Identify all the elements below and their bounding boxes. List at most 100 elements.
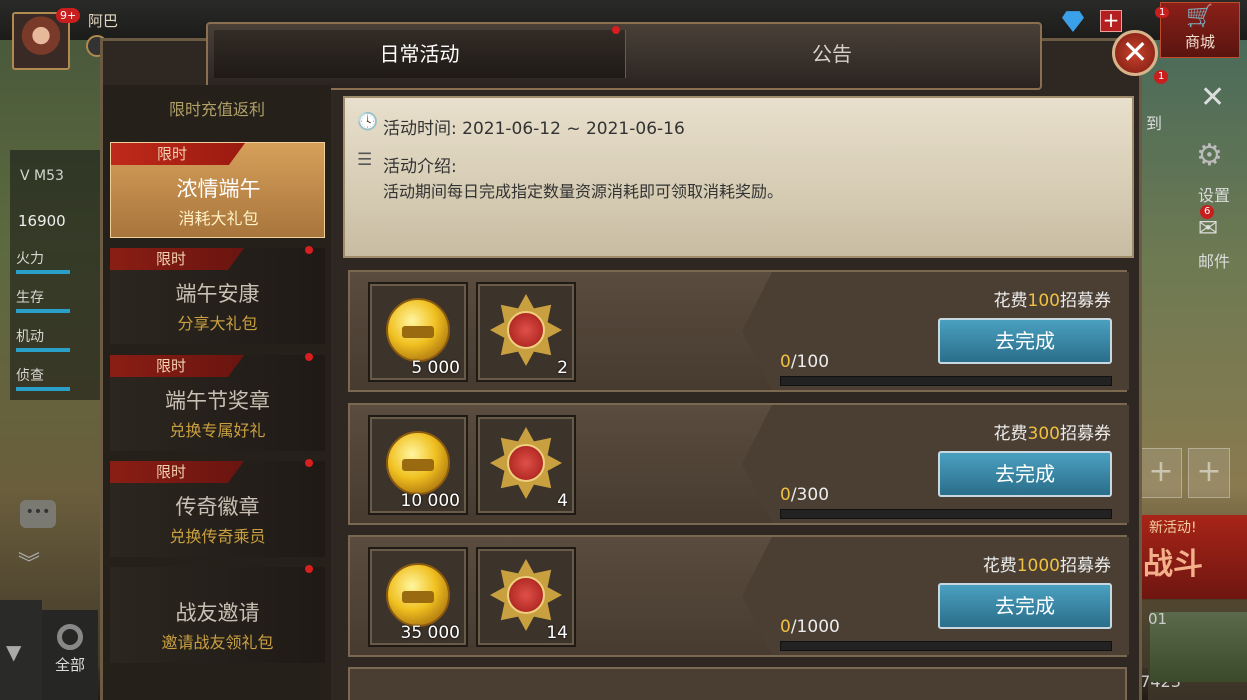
player-name: 阿巴 bbox=[88, 12, 119, 30]
sidebar-item-subtitle: 兑换传奇乘员 bbox=[169, 527, 266, 546]
reward-quantity: 5 000 bbox=[411, 358, 460, 378]
task-cost: 花费1000招募券 bbox=[983, 551, 1111, 576]
go-complete-button[interactable]: 去完成 bbox=[938, 318, 1112, 364]
mail-icon[interactable]: ✉ bbox=[1198, 214, 1218, 242]
sidebar-item-title: 战友邀请 bbox=[175, 601, 260, 625]
chevron-down-icon[interactable]: ︾ bbox=[18, 554, 56, 576]
shop-badge: 1 bbox=[1155, 7, 1170, 18]
stat-recon-bar bbox=[16, 387, 70, 391]
new-activity-label: 新活动! bbox=[1149, 520, 1197, 536]
cost-amount: 300 bbox=[1027, 424, 1060, 444]
cost-prefix: 花费 bbox=[982, 556, 1017, 576]
add-slot-icon[interactable]: + bbox=[1140, 448, 1182, 498]
tank-price: 16900 bbox=[18, 212, 66, 230]
progress-current: 0 bbox=[780, 485, 791, 505]
stat-recon: 侦查 bbox=[16, 368, 44, 384]
medal-center-icon bbox=[507, 311, 545, 349]
limited-tag: 限时 bbox=[110, 355, 244, 377]
sidebar-item-title: 传奇徽章 bbox=[175, 495, 260, 519]
sidebar-item-dragon-boat-consume[interactable]: 限时 浓情端午 消耗大礼包 bbox=[110, 142, 325, 238]
task-row-partial bbox=[348, 667, 1127, 700]
progress-current: 0 bbox=[780, 352, 791, 372]
shop-label: 商城 bbox=[1184, 33, 1215, 51]
reward-slot-coins[interactable]: 35 000 bbox=[368, 547, 468, 647]
sidebar-item-title: 端午节奖章 bbox=[165, 389, 270, 413]
sidebar-item-subtitle: 消耗大礼包 bbox=[178, 209, 259, 228]
cost-amount: 1000 bbox=[1016, 556, 1060, 576]
gold-coin-icon bbox=[386, 563, 450, 627]
go-complete-button[interactable]: 去完成 bbox=[938, 583, 1112, 629]
cost-prefix: 花费 bbox=[993, 424, 1028, 444]
task-progress: 0/1000 bbox=[780, 617, 840, 637]
signin-label[interactable]: 到 bbox=[1146, 110, 1162, 134]
progress-current: 0 bbox=[780, 617, 791, 637]
tank-list-index: 01 bbox=[1148, 610, 1168, 628]
sidebar-item-subtitle: 邀请战友领礼包 bbox=[161, 633, 274, 652]
cost-suffix: 招募券 bbox=[1060, 291, 1111, 311]
stat-survival-bar bbox=[16, 309, 70, 313]
progress-total: /100 bbox=[790, 352, 830, 372]
reward-slot-medal[interactable]: 2 bbox=[476, 282, 576, 382]
cost-amount: 100 bbox=[1027, 291, 1060, 311]
activity-intro-label: 活动介绍: bbox=[383, 157, 457, 177]
chat-icon[interactable]: ••• bbox=[20, 500, 56, 528]
close-x-icon[interactable]: ✕ bbox=[1200, 80, 1225, 115]
progress-bar bbox=[780, 641, 1112, 651]
task-row: 5 000 2 花费100招募券 去完成 0/100 bbox=[348, 270, 1129, 392]
sidebar-item-title: 浓情端午 bbox=[176, 177, 261, 201]
gear-icon[interactable]: ⚙ bbox=[1196, 138, 1223, 173]
reward-slot-coins[interactable]: 10 000 bbox=[368, 415, 468, 515]
medal-center-icon bbox=[507, 444, 545, 482]
reward-quantity: 10 000 bbox=[400, 491, 460, 511]
tab-daily-activity[interactable]: 日常活动 bbox=[214, 30, 626, 78]
limited-tag: 限时 bbox=[110, 248, 244, 270]
filter-icon[interactable]: ▼ bbox=[6, 640, 21, 664]
cost-prefix: 花费 bbox=[993, 291, 1028, 311]
gold-coin-icon bbox=[386, 298, 450, 362]
sidebar-item-dragon-boat-medal[interactable]: 限时 端午节奖章 兑换专属好礼 bbox=[110, 353, 325, 451]
add-slot-icon[interactable]: + bbox=[1188, 448, 1230, 498]
progress-bar bbox=[780, 509, 1112, 519]
new-activity-banner[interactable]: 新活动! 战斗 bbox=[1137, 515, 1247, 599]
limited-tag: 限时 bbox=[111, 143, 245, 165]
go-complete-button[interactable]: 去完成 bbox=[938, 451, 1112, 497]
stat-mobility: 机动 bbox=[16, 329, 44, 345]
reward-quantity: 14 bbox=[546, 623, 568, 643]
all-ring-icon bbox=[57, 624, 83, 650]
cart-icon: 🛒 bbox=[1186, 4, 1214, 29]
battle-label: 战斗 bbox=[1143, 547, 1203, 582]
gold-coin-icon bbox=[386, 431, 450, 495]
notification-badge: 9+ bbox=[56, 8, 81, 23]
alert-dot bbox=[305, 353, 313, 361]
reward-quantity: 2 bbox=[557, 358, 568, 378]
stat-survival: 生存 bbox=[16, 290, 44, 306]
stat-firepower: 火力 bbox=[16, 251, 44, 267]
stat-firepower-bar bbox=[16, 270, 70, 274]
close-button[interactable]: ✕ bbox=[1112, 30, 1158, 76]
shop-button[interactable]: 1 🛒 商城 bbox=[1155, 2, 1240, 58]
reward-slot-coins[interactable]: 5 000 bbox=[368, 282, 468, 382]
filter-all-button[interactable]: 全部 bbox=[42, 610, 98, 700]
add-currency-icon[interactable]: + bbox=[1100, 10, 1122, 32]
reward-slot-medal[interactable]: 4 bbox=[476, 415, 576, 515]
task-progress: 0/100 bbox=[780, 352, 829, 372]
sidebar-item-invite-friends[interactable]: 战友邀请 邀请战友领礼包 bbox=[110, 565, 325, 663]
task-cost: 花费100招募券 bbox=[994, 286, 1111, 311]
tank-stats-panel bbox=[10, 150, 102, 400]
document-icon: ☰ bbox=[357, 150, 373, 170]
tank-name: V M53 bbox=[20, 168, 64, 184]
sidebar-header[interactable]: 限时充值返利 bbox=[103, 96, 331, 120]
clock-icon: 🕓 bbox=[357, 112, 379, 132]
progress-total: /1000 bbox=[790, 617, 840, 637]
activity-intro-text: 活动期间每日完成指定数量资源消耗即可领取消耗奖励。 bbox=[383, 182, 784, 201]
sidebar-item-dragon-boat-share[interactable]: 限时 端午安康 分享大礼包 bbox=[110, 246, 325, 344]
sidebar-item-legend-badge[interactable]: 限时 传奇徽章 兑换传奇乘员 bbox=[110, 459, 325, 557]
settings-label[interactable]: 设置 bbox=[1198, 182, 1230, 206]
activity-info-card: 🕓 活动时间: 2021-06-12 ~ 2021-06-16 ☰ 活动介绍: … bbox=[343, 96, 1134, 258]
progress-bar bbox=[780, 376, 1112, 386]
tab-announcement[interactable]: 公告 bbox=[626, 30, 1038, 78]
sidebar-item-subtitle: 分享大礼包 bbox=[177, 314, 258, 333]
mail-label[interactable]: 邮件 bbox=[1198, 248, 1230, 272]
reward-slot-medal[interactable]: 14 bbox=[476, 547, 576, 647]
task-cost: 花费300招募券 bbox=[994, 419, 1111, 444]
